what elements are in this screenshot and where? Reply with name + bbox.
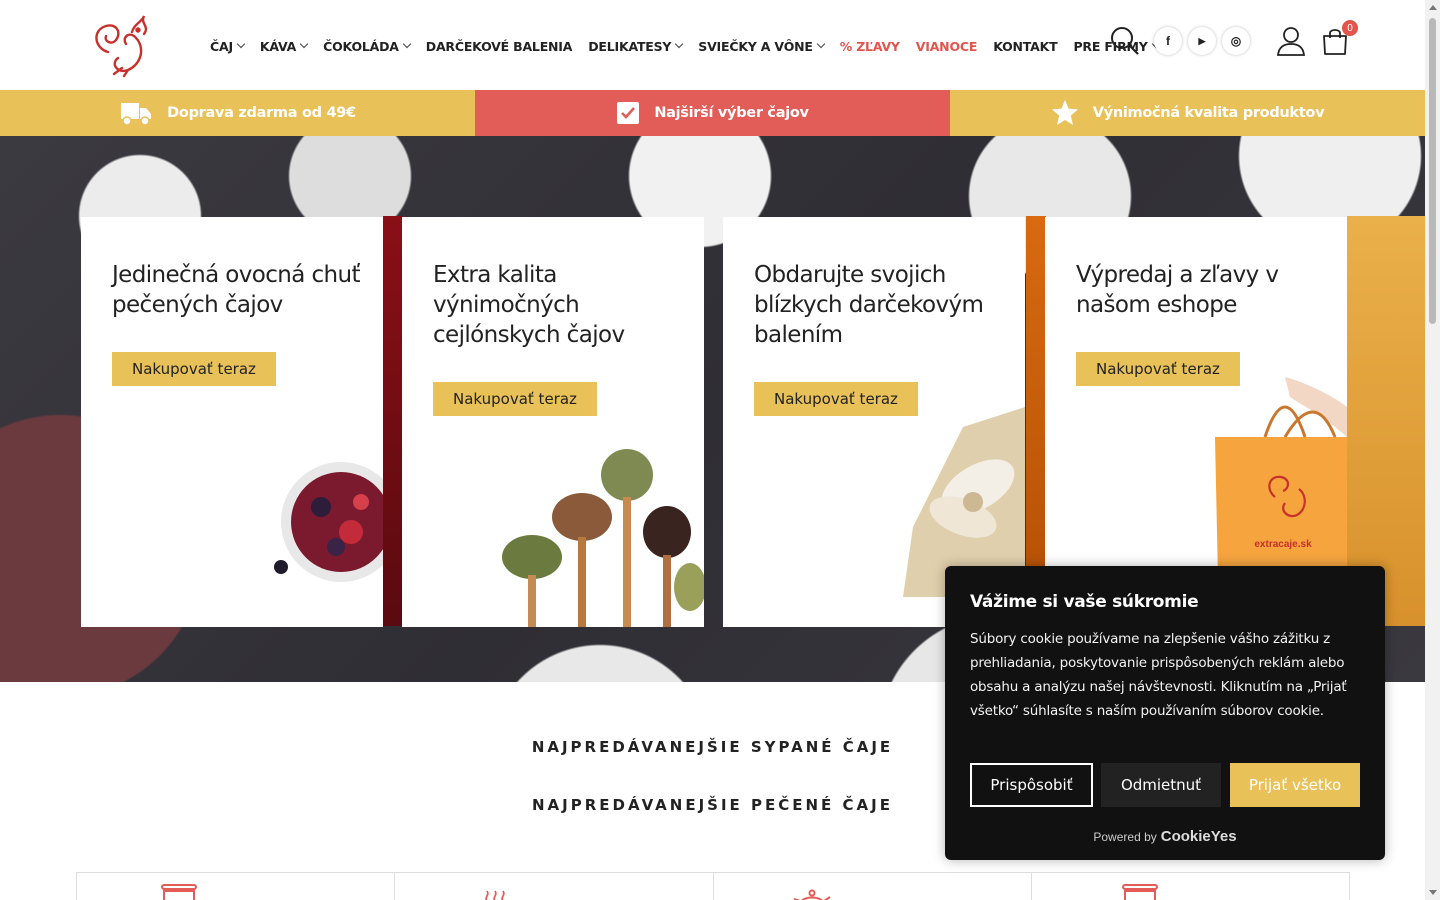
- benefit-free-shipping: Doprava zdarma od 49€: [0, 90, 475, 136]
- promo-card-title: Výpredaj a zľavy v našom eshope: [1076, 262, 1279, 318]
- steam-icon: [485, 890, 505, 900]
- category-tile[interactable]: [714, 873, 1032, 900]
- promo-card-title: Extra kalita výnimočných cejlónskych čaj…: [433, 262, 625, 348]
- hero-decor: [383, 216, 403, 626]
- youtube-icon[interactable]: ▶: [1188, 27, 1216, 55]
- nav-item-darcekove-balenia[interactable]: DARČEKOVÉ BALENIA: [425, 36, 573, 56]
- benefit-quality: Výnimočná kvalita produktov: [950, 90, 1425, 136]
- nav-item-caj[interactable]: ČAJ: [210, 36, 246, 56]
- header-actions: f ▶ ◎ 0: [1110, 20, 1358, 56]
- squirrel-logo[interactable]: [88, 12, 154, 78]
- bag-brand-text: extracaje.sk: [1254, 539, 1312, 550]
- user-account-icon[interactable]: [1276, 26, 1306, 56]
- category-tiles: [76, 872, 1350, 900]
- nav-label: VIANOCE: [915, 38, 978, 54]
- category-tile[interactable]: [1032, 873, 1349, 900]
- cart-button[interactable]: 0: [1320, 20, 1358, 56]
- facebook-icon[interactable]: f: [1154, 27, 1182, 55]
- shop-now-button[interactable]: Nakupovať teraz: [112, 352, 276, 386]
- chevron-down-icon: [816, 39, 825, 49]
- powered-by-label: Powered by: [1093, 830, 1157, 844]
- nav-item-kava[interactable]: KÁVA: [259, 36, 309, 56]
- teapot-icon: [793, 889, 831, 900]
- search-icon[interactable]: [1110, 26, 1140, 56]
- hero-decor: [1347, 216, 1425, 626]
- facebook-glyph: f: [1166, 34, 1170, 48]
- chevron-down-icon: [675, 39, 684, 49]
- shop-now-button[interactable]: Nakupovať teraz: [433, 382, 597, 416]
- scroll-up-arrow-icon[interactable]: [1429, 5, 1437, 10]
- nav-item-delikatesy[interactable]: DELIKATESY: [588, 36, 684, 56]
- chevron-down-icon: [402, 39, 412, 49]
- cookie-powered-by[interactable]: Powered by CookieYes: [945, 828, 1385, 845]
- cookie-customize-button[interactable]: Prispôsobiť: [970, 763, 1093, 807]
- jar-icon: [161, 884, 197, 900]
- scrollbar-thumb[interactable]: [1429, 18, 1436, 324]
- tea-spoons-image: [502, 449, 704, 627]
- chevron-down-icon: [299, 39, 309, 49]
- site-header: ČAJ KÁVA ČOKOLÁDA DARČEKOVÉ BALENIA DELI…: [0, 0, 1425, 90]
- checkbox-icon: [617, 102, 640, 124]
- nav-label: DARČEKOVÉ BALENIA: [425, 38, 573, 54]
- promo-card-title: Jedinečná ovocná chuť pečených čajov: [112, 262, 360, 318]
- fruit-jar-image: [274, 462, 383, 582]
- nav-item-kontakt[interactable]: KONTAKT: [993, 36, 1057, 56]
- nav-item-cokolada[interactable]: ČOKOLÁDA: [323, 36, 412, 56]
- benefit-label: Najširší výber čajov: [654, 105, 809, 121]
- instagram-icon[interactable]: ◎: [1222, 27, 1250, 55]
- category-tile[interactable]: [395, 873, 714, 900]
- chevron-down-icon: [236, 39, 246, 49]
- cookieyes-logo: CookieYes: [1160, 828, 1237, 845]
- star-icon: [1051, 100, 1078, 125]
- cookie-title: Vážime si vaše súkromie: [970, 592, 1199, 612]
- youtube-glyph: ▶: [1198, 35, 1206, 46]
- instagram-glyph: ◎: [1230, 34, 1242, 48]
- promo-card-fruit-tea[interactable]: Jedinečná ovocná chuť pečených čajov Nak…: [81, 217, 383, 627]
- cookie-accept-button[interactable]: Prijať všetko: [1230, 763, 1360, 807]
- delivery-truck-icon: [121, 103, 152, 126]
- promo-card-title: Obdarujte svojich blízkych darčekovým ba…: [754, 262, 984, 348]
- nav-label: KONTAKT: [993, 38, 1058, 54]
- benefits-bar: Doprava zdarma od 49€ Najširší výber čaj…: [0, 90, 1425, 136]
- nav-label: SVIEČKY A VÔNE: [698, 38, 813, 54]
- cookie-text: Súbory cookie používame na zlepšenie váš…: [970, 631, 1347, 719]
- nav-label: ČOKOLÁDA: [323, 38, 399, 54]
- nav-item-vianoce[interactable]: VIANOCE: [915, 36, 978, 56]
- benefit-widest-selection: Najširší výber čajov: [475, 90, 950, 136]
- main-nav: ČAJ KÁVA ČOKOLÁDA DARČEKOVÉ BALENIA DELI…: [210, 36, 1175, 56]
- nav-label: ČAJ: [210, 38, 233, 54]
- cookie-consent-dialog: Vážime si vaše súkromie Súbory cookie po…: [945, 566, 1385, 860]
- jar-icon: [1121, 884, 1158, 900]
- nav-label: DELIKATESY: [588, 38, 672, 54]
- benefit-label: Výnimočná kvalita produktov: [1092, 105, 1325, 121]
- nav-label: % ZĽAVY: [839, 38, 900, 54]
- cookie-reject-button[interactable]: Odmietnuť: [1101, 763, 1221, 807]
- nav-label: KÁVA: [259, 38, 297, 54]
- cart-count-badge: 0: [1342, 20, 1358, 36]
- benefit-label: Doprava zdarma od 49€: [167, 105, 356, 121]
- promo-card-ceylon-tea[interactable]: Extra kalita výnimočných cejlónskych čaj…: [402, 217, 704, 627]
- hero-decor: [1026, 216, 1046, 626]
- nav-item-zlavy[interactable]: % ZĽAVY: [840, 36, 900, 56]
- category-tile[interactable]: [77, 873, 396, 900]
- page-scrollbar[interactable]: [1425, 0, 1440, 900]
- scroll-down-arrow-icon[interactable]: [1429, 890, 1437, 895]
- nav-item-sviecky-a-vone[interactable]: SVIEČKY A VÔNE: [698, 36, 825, 56]
